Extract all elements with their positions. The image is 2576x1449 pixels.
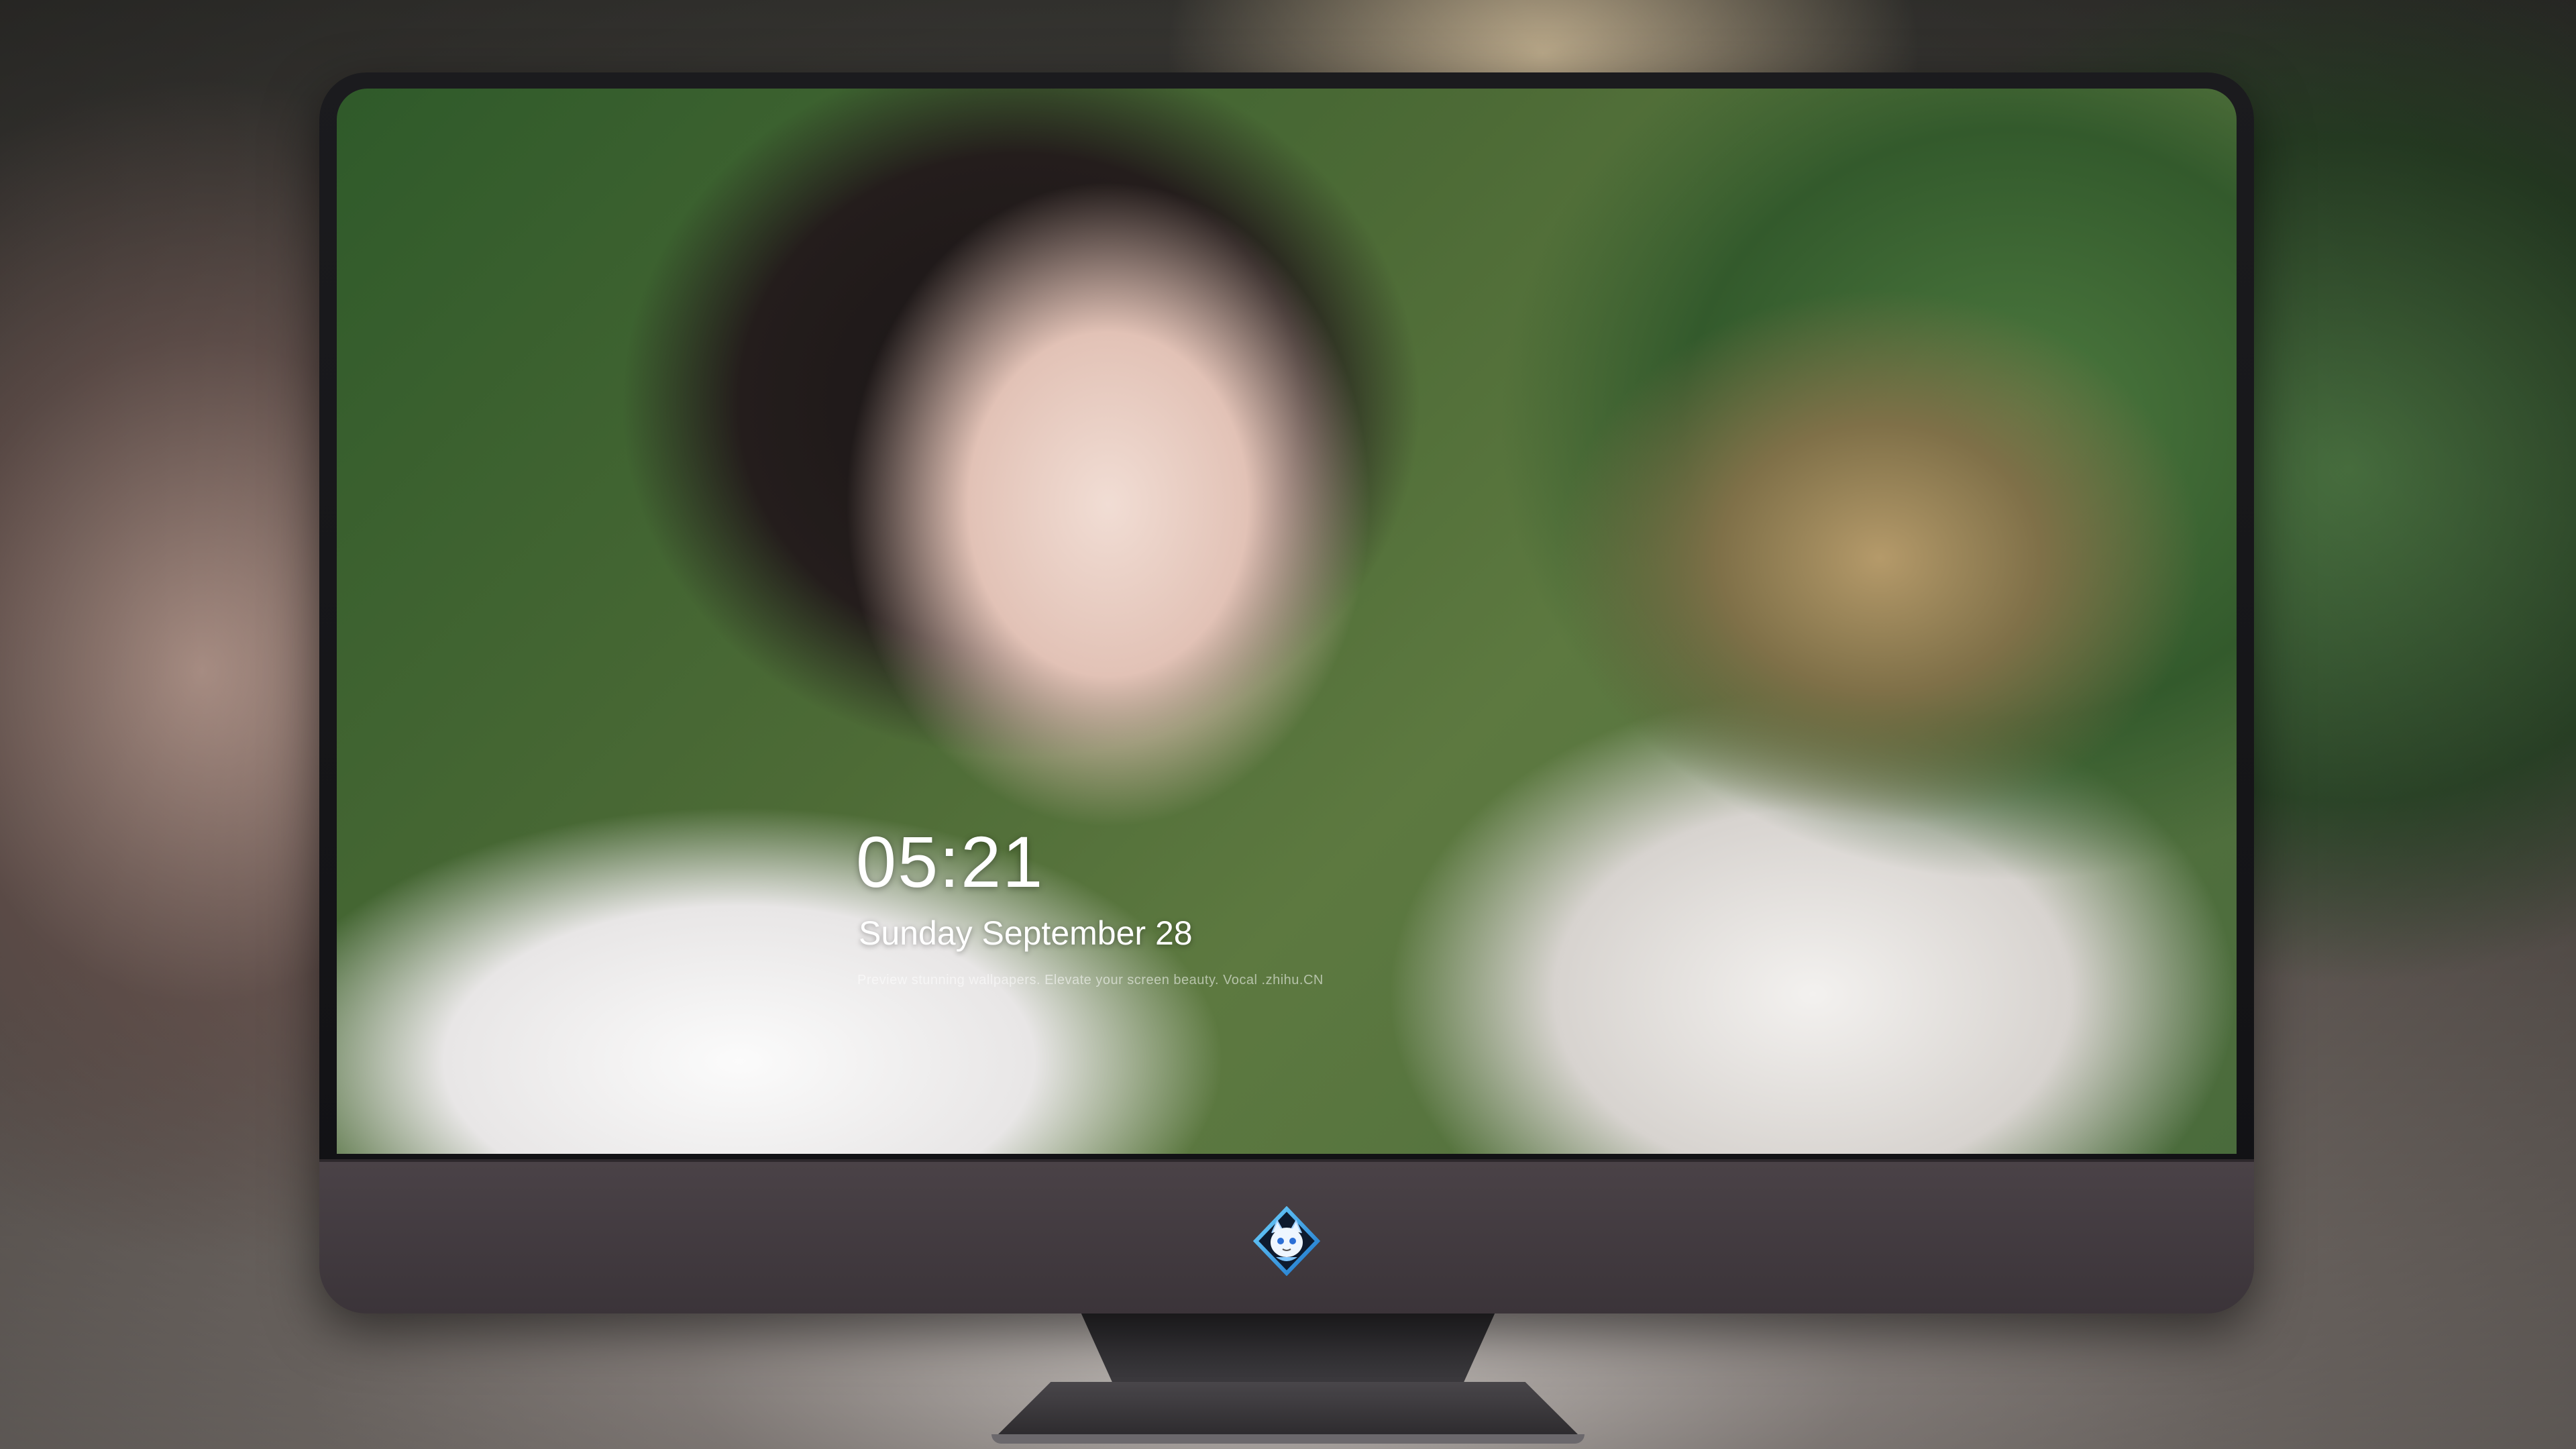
lock-screen-date: Sunday September 28 xyxy=(859,914,1193,952)
lock-screen-time: 05:21 xyxy=(856,821,1044,902)
monitor-stand-base xyxy=(991,1382,1585,1441)
monitor-stand-neck xyxy=(1080,1311,1496,1385)
cat-mascot-logo-icon xyxy=(1252,1205,1322,1277)
lock-screen[interactable]: 05:21 Sunday September 28 Preview stunni… xyxy=(337,89,2237,1154)
lock-screen-subtitle: Preview stunning wallpapers. Elevate you… xyxy=(857,973,1324,987)
monitor-frame: 05:21 Sunday September 28 Preview stunni… xyxy=(319,72,2254,1313)
monitor-stand-edge xyxy=(991,1434,1585,1444)
